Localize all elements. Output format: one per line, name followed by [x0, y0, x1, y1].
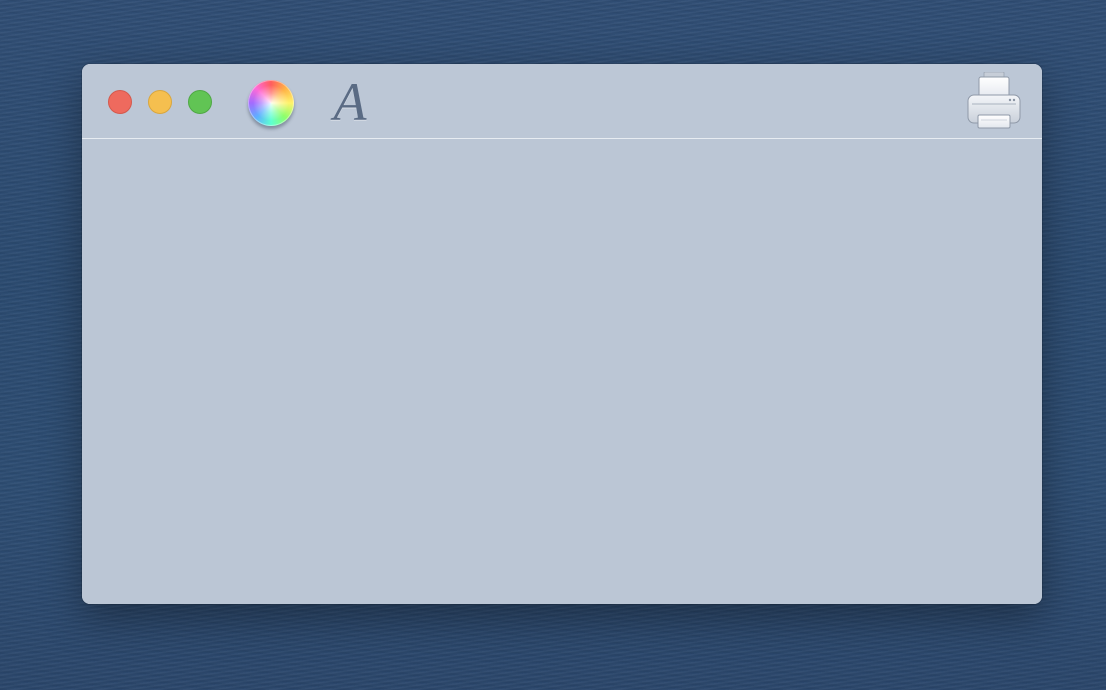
- color-wheel-icon[interactable]: [248, 80, 294, 126]
- minimize-button[interactable]: [148, 90, 172, 114]
- zoom-button[interactable]: [188, 90, 212, 114]
- window-content-area[interactable]: [82, 140, 1042, 604]
- font-icon[interactable]: A: [328, 74, 372, 130]
- window-toolbar: A: [82, 64, 1042, 139]
- close-button[interactable]: [108, 90, 132, 114]
- app-window: A: [82, 64, 1042, 604]
- printer-icon[interactable]: [966, 71, 1022, 130]
- desktop-background: A: [0, 0, 1106, 690]
